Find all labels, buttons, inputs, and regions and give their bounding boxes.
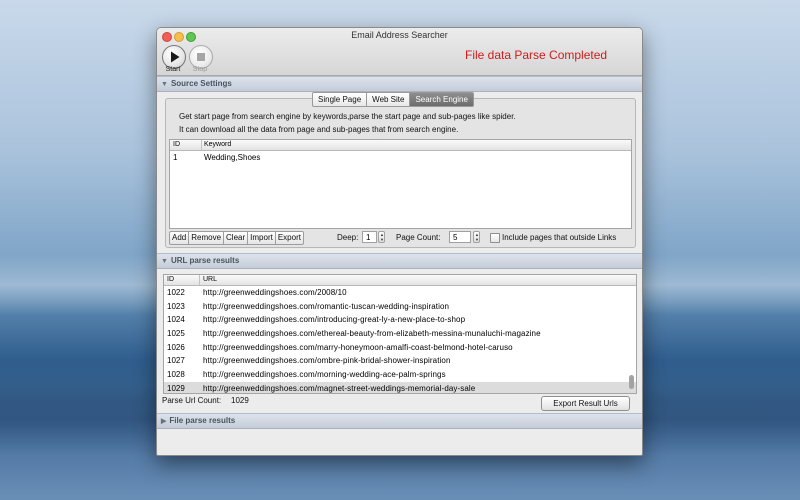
status-message: File data Parse Completed [465, 48, 608, 62]
row-url: http://greenweddingshoes.com/introducing… [203, 315, 466, 325]
file-results-header[interactable]: ▶ File parse results [157, 413, 642, 429]
page-count-stepper[interactable]: ▲ ▼ [473, 231, 480, 243]
table-row[interactable]: 1 Wedding,Shoes [170, 151, 631, 163]
include-outside-checkbox[interactable] [490, 233, 500, 243]
file-results-title: File parse results [169, 416, 236, 425]
disclosure-down-icon: ▼ [161, 81, 168, 88]
row-id: 1026 [167, 342, 185, 352]
export-result-urls-button[interactable]: Export Result Urls [541, 396, 630, 411]
stop-label: Stop [192, 66, 208, 73]
row-id: 1028 [167, 370, 185, 380]
row-id: 1024 [167, 315, 185, 325]
url-results-header[interactable]: ▼ URL parse results [157, 253, 642, 269]
include-outside-label: Include pages that outside Links [502, 233, 617, 242]
export-button[interactable]: Export [276, 232, 303, 244]
row-url: http://greenweddingshoes.com/romantic-tu… [203, 301, 450, 311]
description-line-1: Get start page from search engine by key… [179, 112, 516, 121]
row-url: http://greenweddingshoes.com/marry-honey… [203, 342, 513, 352]
disclosure-down-icon: ▼ [161, 258, 168, 265]
tab-search-engine[interactable]: Search Engine [410, 93, 473, 106]
row-url: http://greenweddingshoes.com/magnet-stre… [203, 383, 476, 393]
page-count-field[interactable]: 5 [449, 231, 471, 243]
deep-label: Deep: [337, 233, 359, 242]
row-url: http://greenweddingshoes.com/2008/10 [203, 288, 347, 297]
url-table[interactable]: ID URL 1022 http://greenweddingshoes.com/… [163, 274, 637, 394]
page-count-label: Page Count: [396, 233, 441, 242]
keyword-table-header: ID Keyword [170, 140, 631, 151]
app-window: Email Address Searcher Start Stop File d… [156, 27, 643, 456]
column-id[interactable]: ID [167, 276, 174, 283]
column-id[interactable]: ID [173, 141, 180, 148]
window-title: Email Address Searcher [351, 30, 448, 40]
add-button[interactable]: Add [170, 232, 190, 244]
table-row[interactable]: 1027 http://greenweddingshoes.com/ombre-p… [164, 354, 636, 368]
scrollbar-thumb[interactable] [629, 375, 634, 389]
table-row[interactable]: 1024 http://greenweddingshoes.com/introdu… [164, 313, 636, 327]
column-keyword[interactable]: Keyword [204, 141, 231, 148]
parse-count-label: Parse Url Count: [162, 396, 222, 405]
row-id: 1025 [167, 329, 185, 339]
keyword-table[interactable]: ID Keyword 1 Wedding,Shoes [169, 139, 632, 229]
row-id: 1027 [167, 356, 185, 366]
disclosure-right-icon: ▶ [161, 418, 167, 425]
row-url: http://greenweddingshoes.com/ethereal-be… [203, 329, 541, 339]
row-id: 1022 [167, 288, 185, 297]
titlebar: Email Address Searcher Start Stop File d… [157, 28, 642, 76]
remove-button[interactable]: Remove [189, 232, 225, 244]
url-table-header: ID URL [164, 275, 636, 286]
row-id: 1023 [167, 301, 185, 311]
table-row-selected[interactable]: 1029 http://greenweddingshoes.com/magnet-… [164, 381, 636, 393]
table-row[interactable]: 1023 http://greenweddingshoes.com/romanti… [164, 300, 636, 314]
source-tabs: Single Page Web Site Search Engine [312, 92, 474, 107]
tab-single-page[interactable]: Single Page [313, 93, 368, 106]
table-row[interactable]: 1028 http://greenweddingshoes.com/morning… [164, 368, 636, 382]
keyword-id: 1 [173, 153, 178, 162]
row-url: http://greenweddingshoes.com/ombre-pink-… [203, 356, 451, 366]
source-settings-header[interactable]: ▼ Source Settings [157, 76, 642, 92]
row-id: 1029 [167, 383, 185, 393]
parse-count-value: 1029 [231, 396, 249, 405]
keyword-buttons: Add Remove Clear Import Export [169, 231, 304, 245]
keyword-text: Wedding,Shoes [204, 153, 261, 162]
row-url: http://greenweddingshoes.com/morning-wed… [203, 370, 446, 380]
start-label: Start [165, 66, 181, 73]
url-results-title: URL parse results [170, 256, 240, 265]
column-url[interactable]: URL [203, 276, 217, 283]
deep-field[interactable]: 1 [362, 231, 377, 243]
tab-web-site[interactable]: Web Site [367, 93, 411, 106]
table-row[interactable]: 1022 http://greenweddingshoes.com/2008/10 [164, 286, 636, 300]
stop-icon [197, 53, 205, 61]
table-row[interactable]: 1026 http://greenweddingshoes.com/marry-h… [164, 341, 636, 355]
import-button[interactable]: Import [248, 232, 276, 244]
description-line-2: It can download all the data from page a… [179, 125, 459, 134]
table-row[interactable]: 1025 http://greenweddingshoes.com/etherea… [164, 327, 636, 341]
deep-stepper[interactable]: ▲ ▼ [378, 231, 385, 243]
source-settings-title: Source Settings [170, 79, 232, 88]
play-icon [171, 51, 180, 63]
clear-button[interactable]: Clear [224, 232, 249, 244]
